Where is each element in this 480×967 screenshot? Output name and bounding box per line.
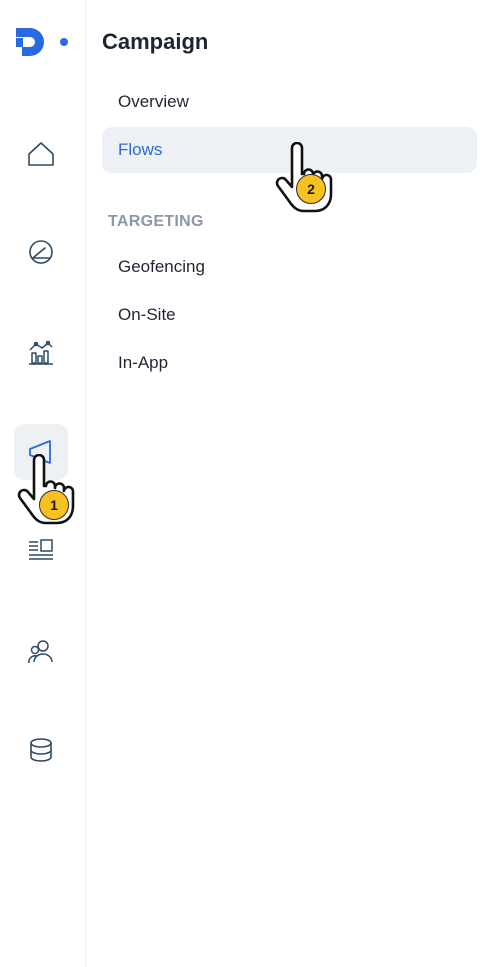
audience-icon [28,640,53,664]
nav-item-geofencing[interactable]: Geofencing [102,244,477,290]
nav-dashboard[interactable] [14,224,68,280]
megaphone-icon [29,440,51,464]
nav-item-in-app[interactable]: In-App [102,340,477,386]
content-icon [29,539,53,560]
nav-item-flows[interactable]: Flows [102,127,477,173]
nav-data[interactable] [14,722,68,778]
nav-campaign[interactable] [14,424,68,480]
brand-logo[interactable] [14,24,74,64]
nav-audience[interactable] [14,624,68,680]
nav-item-on-site[interactable]: On-Site [102,292,477,338]
nav-item-overview[interactable]: Overview [102,79,477,125]
icon-rail [0,0,86,967]
nav-content[interactable] [14,522,68,578]
campaign-panel: Campaign Overview Flows TARGETING Geofen… [87,0,480,967]
step-badge-2: 2 [296,174,326,204]
nav-home[interactable] [14,126,68,182]
nav-analytics[interactable] [14,324,68,380]
analytics-icon [29,340,53,365]
panel-title: Campaign [102,29,209,54]
home-icon [28,142,54,166]
step-badge-1: 1 [39,490,69,520]
database-icon [30,738,52,762]
gauge-icon [29,240,53,264]
section-heading-targeting: TARGETING [108,213,204,230]
